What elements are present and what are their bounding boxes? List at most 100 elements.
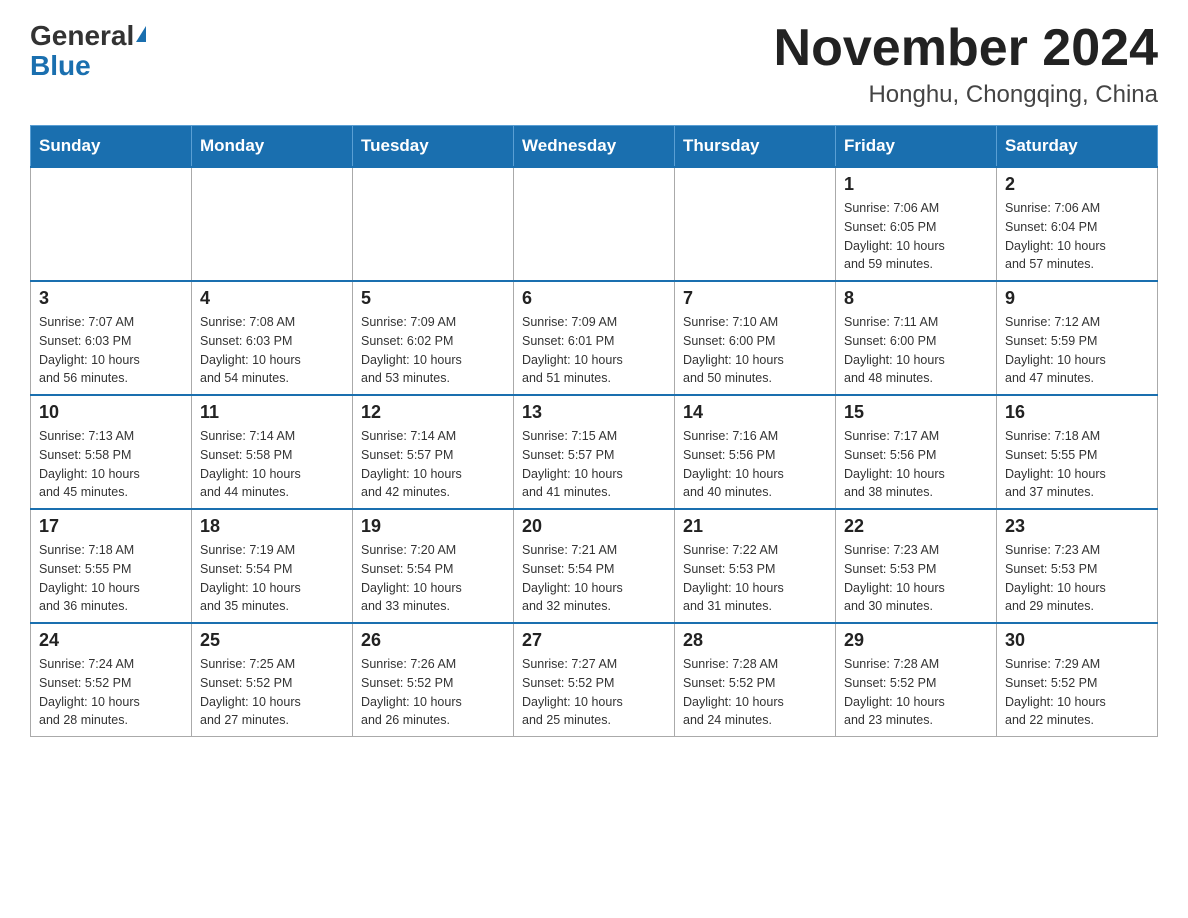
calendar-cell-17: 17 Sunrise: 7:18 AM Sunset: 5:55 PM Dayli… [31, 509, 192, 623]
logo: General Blue [30, 20, 146, 82]
calendar-cell-18: 18 Sunrise: 7:19 AM Sunset: 5:54 PM Dayli… [192, 509, 353, 623]
day-number: 30 [1005, 630, 1149, 651]
day-info: Sunrise: 7:23 AM Sunset: 5:53 PM Dayligh… [1005, 541, 1149, 616]
day-info: Sunrise: 7:18 AM Sunset: 5:55 PM Dayligh… [39, 541, 183, 616]
calendar-header-row: SundayMondayTuesdayWednesdayThursdayFrid… [31, 126, 1158, 168]
calendar-cell-11: 11Sunrise: 7:14 AM Sunset: 5:58 PM Dayli… [192, 395, 353, 509]
calendar-cell-29: 29 Sunrise: 7:28 AM Sunset: 5:52 PM Dayli… [836, 623, 997, 737]
calendar-week-row: 24Sunrise: 7:24 AM Sunset: 5:52 PM Dayli… [31, 623, 1158, 737]
calendar-cell-13: 13 Sunrise: 7:15 AM Sunset: 5:57 PM Dayli… [514, 395, 675, 509]
day-number: 23 [1005, 516, 1149, 537]
day-number: 5 [361, 288, 505, 309]
title-block: November 2024 Honghu, Chongqing, China [774, 20, 1158, 109]
calendar-header-thursday: Thursday [675, 126, 836, 168]
calendar-cell-21: 21 Sunrise: 7:22 AM Sunset: 5:53 PM Dayli… [675, 509, 836, 623]
day-info: Sunrise: 7:24 AM Sunset: 5:52 PM Dayligh… [39, 655, 183, 730]
day-number: 11 [200, 402, 344, 423]
logo-blue-text: Blue [30, 50, 91, 82]
calendar-cell-7: 7 Sunrise: 7:10 AM Sunset: 6:00 PM Daylig… [675, 281, 836, 395]
logo-general-text: General [30, 20, 134, 52]
day-number: 1 [844, 174, 988, 195]
day-info: Sunrise: 7:09 AM Sunset: 6:02 PM Dayligh… [361, 313, 505, 388]
day-info: Sunrise: 7:26 AM Sunset: 5:52 PM Dayligh… [361, 655, 505, 730]
day-info: Sunrise: 7:14 AM Sunset: 5:57 PM Dayligh… [361, 427, 505, 502]
day-number: 9 [1005, 288, 1149, 309]
calendar-cell-8: 8 Sunrise: 7:11 AM Sunset: 6:00 PM Daylig… [836, 281, 997, 395]
day-number: 21 [683, 516, 827, 537]
calendar-cell-28: 28 Sunrise: 7:28 AM Sunset: 5:52 PM Dayli… [675, 623, 836, 737]
calendar-cell-empty [514, 167, 675, 281]
day-info: Sunrise: 7:07 AM Sunset: 6:03 PM Dayligh… [39, 313, 183, 388]
day-info: Sunrise: 7:20 AM Sunset: 5:54 PM Dayligh… [361, 541, 505, 616]
day-number: 20 [522, 516, 666, 537]
page-header: General Blue November 2024 Honghu, Chong… [30, 20, 1158, 109]
calendar-cell-25: 25Sunrise: 7:25 AM Sunset: 5:52 PM Dayli… [192, 623, 353, 737]
calendar-week-row: 10 Sunrise: 7:13 AM Sunset: 5:58 PM Dayli… [31, 395, 1158, 509]
day-number: 22 [844, 516, 988, 537]
calendar-header-friday: Friday [836, 126, 997, 168]
calendar-cell-15: 15Sunrise: 7:17 AM Sunset: 5:56 PM Dayli… [836, 395, 997, 509]
calendar-header-wednesday: Wednesday [514, 126, 675, 168]
calendar-cell-empty [675, 167, 836, 281]
day-number: 28 [683, 630, 827, 651]
calendar-cell-26: 26 Sunrise: 7:26 AM Sunset: 5:52 PM Dayli… [353, 623, 514, 737]
day-number: 27 [522, 630, 666, 651]
day-number: 29 [844, 630, 988, 651]
day-info: Sunrise: 7:21 AM Sunset: 5:54 PM Dayligh… [522, 541, 666, 616]
day-info: Sunrise: 7:12 AM Sunset: 5:59 PM Dayligh… [1005, 313, 1149, 388]
calendar-cell-5: 5 Sunrise: 7:09 AM Sunset: 6:02 PM Daylig… [353, 281, 514, 395]
day-number: 7 [683, 288, 827, 309]
day-number: 18 [200, 516, 344, 537]
logo-triangle-icon [136, 26, 146, 42]
day-number: 19 [361, 516, 505, 537]
day-info: Sunrise: 7:06 AM Sunset: 6:05 PM Dayligh… [844, 199, 988, 274]
day-number: 15 [844, 402, 988, 423]
calendar-cell-20: 20 Sunrise: 7:21 AM Sunset: 5:54 PM Dayli… [514, 509, 675, 623]
calendar-week-row: 17 Sunrise: 7:18 AM Sunset: 5:55 PM Dayli… [31, 509, 1158, 623]
day-info: Sunrise: 7:29 AM Sunset: 5:52 PM Dayligh… [1005, 655, 1149, 730]
day-number: 10 [39, 402, 183, 423]
day-number: 26 [361, 630, 505, 651]
day-info: Sunrise: 7:27 AM Sunset: 5:52 PM Dayligh… [522, 655, 666, 730]
calendar-cell-22: 22 Sunrise: 7:23 AM Sunset: 5:53 PM Dayli… [836, 509, 997, 623]
day-info: Sunrise: 7:22 AM Sunset: 5:53 PM Dayligh… [683, 541, 827, 616]
calendar-cell-3: 3Sunrise: 7:07 AM Sunset: 6:03 PM Daylig… [31, 281, 192, 395]
day-number: 13 [522, 402, 666, 423]
day-info: Sunrise: 7:28 AM Sunset: 5:52 PM Dayligh… [683, 655, 827, 730]
day-number: 16 [1005, 402, 1149, 423]
day-number: 12 [361, 402, 505, 423]
calendar-cell-6: 6Sunrise: 7:09 AM Sunset: 6:01 PM Daylig… [514, 281, 675, 395]
calendar-cell-27: 27 Sunrise: 7:27 AM Sunset: 5:52 PM Dayli… [514, 623, 675, 737]
day-info: Sunrise: 7:28 AM Sunset: 5:52 PM Dayligh… [844, 655, 988, 730]
day-info: Sunrise: 7:23 AM Sunset: 5:53 PM Dayligh… [844, 541, 988, 616]
calendar-cell-2: 2 Sunrise: 7:06 AM Sunset: 6:04 PM Daylig… [997, 167, 1158, 281]
calendar-cell-12: 12 Sunrise: 7:14 AM Sunset: 5:57 PM Dayli… [353, 395, 514, 509]
day-number: 17 [39, 516, 183, 537]
month-title: November 2024 [774, 20, 1158, 77]
day-number: 8 [844, 288, 988, 309]
calendar-header-monday: Monday [192, 126, 353, 168]
day-info: Sunrise: 7:15 AM Sunset: 5:57 PM Dayligh… [522, 427, 666, 502]
day-number: 14 [683, 402, 827, 423]
day-info: Sunrise: 7:19 AM Sunset: 5:54 PM Dayligh… [200, 541, 344, 616]
calendar-cell-4: 4Sunrise: 7:08 AM Sunset: 6:03 PM Daylig… [192, 281, 353, 395]
day-info: Sunrise: 7:10 AM Sunset: 6:00 PM Dayligh… [683, 313, 827, 388]
calendar-cell-empty [353, 167, 514, 281]
calendar-cell-19: 19 Sunrise: 7:20 AM Sunset: 5:54 PM Dayli… [353, 509, 514, 623]
calendar-cell-10: 10 Sunrise: 7:13 AM Sunset: 5:58 PM Dayli… [31, 395, 192, 509]
calendar-cell-14: 14 Sunrise: 7:16 AM Sunset: 5:56 PM Dayli… [675, 395, 836, 509]
location-title: Honghu, Chongqing, China [774, 81, 1158, 109]
calendar-cell-empty [31, 167, 192, 281]
calendar-cell-24: 24Sunrise: 7:24 AM Sunset: 5:52 PM Dayli… [31, 623, 192, 737]
day-info: Sunrise: 7:25 AM Sunset: 5:52 PM Dayligh… [200, 655, 344, 730]
day-number: 4 [200, 288, 344, 309]
day-info: Sunrise: 7:13 AM Sunset: 5:58 PM Dayligh… [39, 427, 183, 502]
calendar-cell-1: 1 Sunrise: 7:06 AM Sunset: 6:05 PM Daylig… [836, 167, 997, 281]
calendar-header-tuesday: Tuesday [353, 126, 514, 168]
day-info: Sunrise: 7:09 AM Sunset: 6:01 PM Dayligh… [522, 313, 666, 388]
day-info: Sunrise: 7:11 AM Sunset: 6:00 PM Dayligh… [844, 313, 988, 388]
day-info: Sunrise: 7:06 AM Sunset: 6:04 PM Dayligh… [1005, 199, 1149, 274]
calendar-week-row: 1 Sunrise: 7:06 AM Sunset: 6:05 PM Daylig… [31, 167, 1158, 281]
day-info: Sunrise: 7:16 AM Sunset: 5:56 PM Dayligh… [683, 427, 827, 502]
day-number: 2 [1005, 174, 1149, 195]
